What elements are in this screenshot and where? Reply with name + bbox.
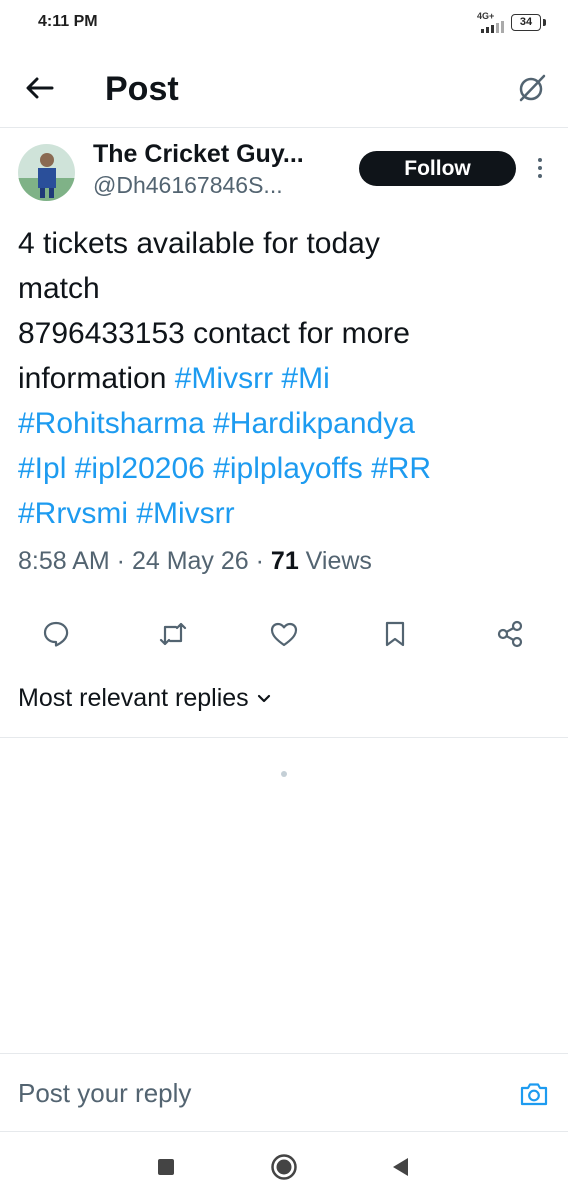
post-text: 4 tickets available for today match 8796… xyxy=(18,221,554,536)
avatar-image xyxy=(18,144,75,201)
arrow-left-icon xyxy=(26,77,54,99)
reply-button[interactable] xyxy=(38,616,74,652)
signal-bars-icon xyxy=(481,21,504,33)
grok-button[interactable] xyxy=(514,70,550,106)
post-line: 8796433153 contact for more xyxy=(18,317,410,350)
views-count[interactable]: 71 xyxy=(271,547,299,575)
hashtag-link[interactable]: #iplplayoffs xyxy=(213,452,363,485)
loading-indicator xyxy=(281,771,287,777)
camera-icon xyxy=(520,1083,548,1106)
hashtag-link[interactable]: #RR xyxy=(371,452,431,485)
composer-divider xyxy=(0,1053,568,1054)
post-line: #Ipl #ipl20206 #iplplayoffs #RR xyxy=(18,446,554,491)
back-triangle-icon xyxy=(393,1158,408,1176)
reply-input[interactable]: Post your reply xyxy=(18,1078,191,1109)
network-type: 4G+ xyxy=(477,11,495,21)
post-date: 24 May 26 xyxy=(131,547,249,575)
recents-icon xyxy=(158,1159,174,1175)
post-line: #Rrvsmi #Mivsrr xyxy=(18,491,554,536)
status-bar: 4:11 PM 4G+ 34 xyxy=(0,0,568,46)
post-line: match xyxy=(18,272,100,305)
repost-button[interactable] xyxy=(155,616,191,652)
battery-icon: 34 xyxy=(511,13,541,31)
app-bar: Post xyxy=(0,56,568,126)
chevron-down-icon xyxy=(257,694,270,702)
more-vertical-icon xyxy=(538,158,542,178)
bookmark-button[interactable] xyxy=(377,616,413,652)
battery-level: 34 xyxy=(519,15,533,28)
replies-sort-label: Most relevant replies xyxy=(18,684,249,712)
more-button[interactable] xyxy=(530,154,550,182)
back-button[interactable] xyxy=(20,70,60,106)
hashtag-link[interactable]: #Mivsrr xyxy=(175,362,273,395)
page-title: Post xyxy=(105,70,179,108)
system-nav-bar xyxy=(0,1135,568,1199)
post-meta: 8:58 AM · 24 May 26 · 71 Views xyxy=(18,547,372,576)
post-time: 8:58 AM xyxy=(18,547,110,575)
like-icon xyxy=(270,622,298,647)
follow-button[interactable]: Follow xyxy=(359,151,516,186)
meta-separator: · xyxy=(109,547,132,575)
hashtag-link[interactable]: #Mivsrr xyxy=(136,497,234,530)
post-line: information #Mivsrr #Mi xyxy=(18,356,554,401)
share-button[interactable] xyxy=(492,616,528,652)
status-time: 4:11 PM xyxy=(38,13,98,30)
replies-divider xyxy=(0,737,568,738)
author-handle[interactable]: @Dh46167846S... xyxy=(93,172,283,199)
repost-icon xyxy=(159,622,187,646)
nav-divider xyxy=(0,1131,568,1132)
header-divider xyxy=(0,127,568,128)
network-indicator: 4G+ xyxy=(475,11,505,33)
share-icon xyxy=(497,620,523,648)
home-icon xyxy=(271,1154,297,1180)
system-back-button[interactable] xyxy=(382,1149,418,1185)
like-button[interactable] xyxy=(266,616,302,652)
recents-button[interactable] xyxy=(148,1149,184,1185)
hashtag-link[interactable]: #Ipl xyxy=(18,452,66,485)
post-line: #Rohitsharma #Hardikpandya xyxy=(18,401,554,446)
meta-separator: · xyxy=(248,547,271,575)
hashtag-link[interactable]: #Rohitsharma xyxy=(18,407,205,440)
home-button[interactable] xyxy=(266,1149,302,1185)
hashtag-link[interactable]: #Hardikpandya xyxy=(213,407,415,440)
avatar[interactable] xyxy=(18,144,75,201)
post-line: 4 tickets available for today xyxy=(18,227,380,260)
author-name[interactable]: The Cricket Guy... xyxy=(93,140,304,169)
views-label: Views xyxy=(298,547,372,575)
post-actions xyxy=(0,614,568,654)
post-text-prefix: information xyxy=(18,362,175,395)
reply-icon xyxy=(43,621,69,647)
replies-sort-dropdown[interactable]: Most relevant replies xyxy=(18,684,271,713)
camera-button[interactable] xyxy=(516,1076,552,1112)
grok-icon xyxy=(519,74,546,102)
bookmark-icon xyxy=(385,621,405,647)
hashtag-link[interactable]: #Mi xyxy=(281,362,329,395)
hashtag-link[interactable]: #Rrvsmi xyxy=(18,497,128,530)
hashtag-link[interactable]: #ipl20206 xyxy=(75,452,205,485)
status-indicators: 4G+ 34 xyxy=(475,11,546,33)
battery-tip xyxy=(543,18,546,26)
